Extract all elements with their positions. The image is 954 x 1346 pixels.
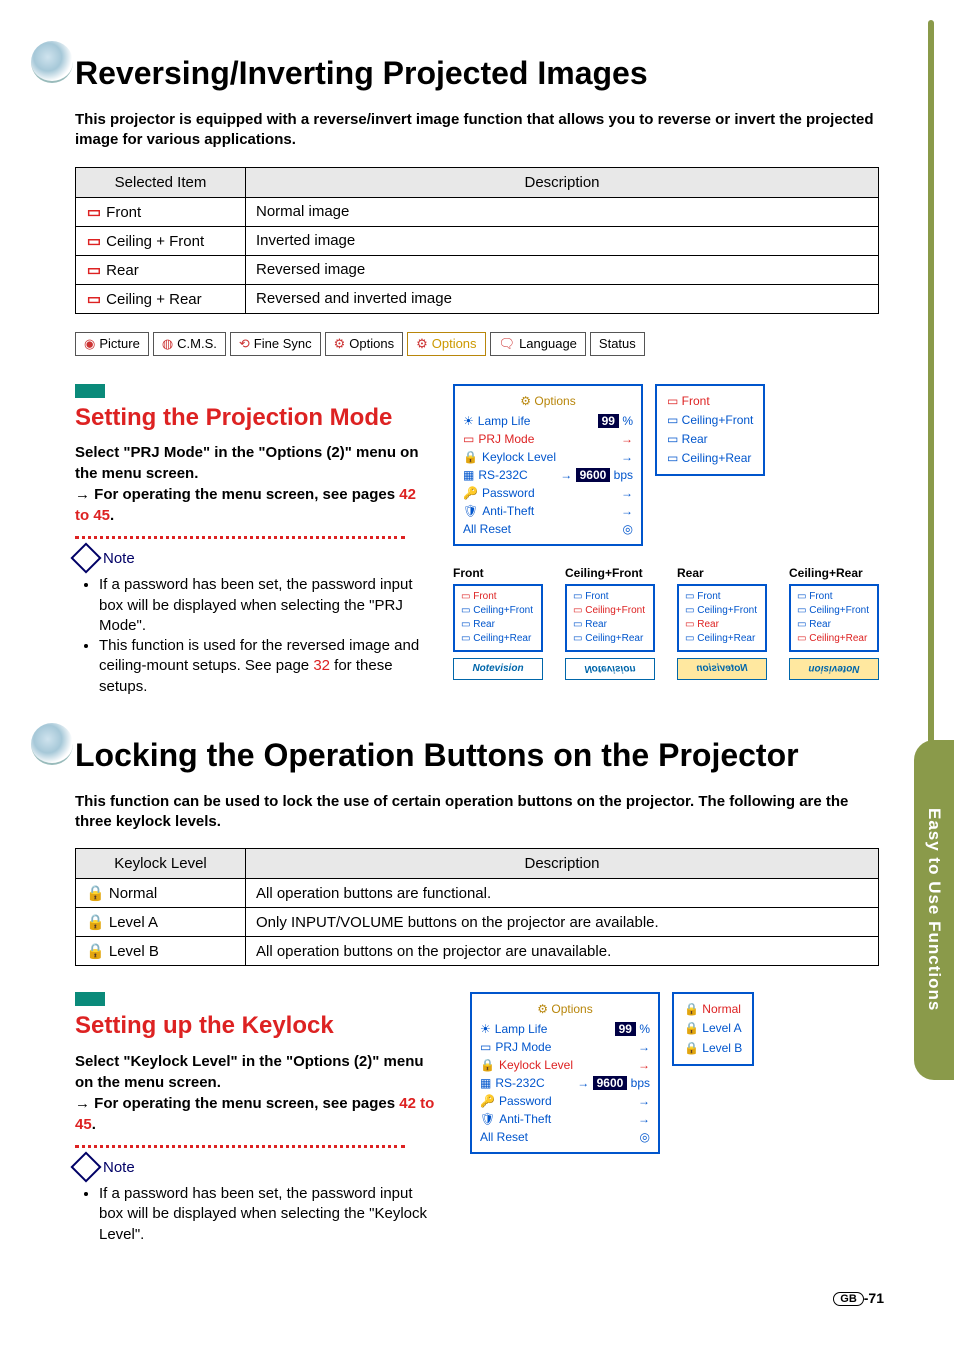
- keylock-icon: 🔒: [480, 1056, 495, 1074]
- lock-icon: 🔒: [86, 885, 105, 902]
- cms-icon: ◍: [162, 336, 173, 352]
- projection-examples: Front ▭ Front ▭ Ceiling+Front ▭ Rear ▭ C…: [453, 566, 879, 680]
- section-bullet: [31, 723, 73, 765]
- submenu-item[interactable]: 🔒 Level B: [684, 1039, 742, 1058]
- intro-text: This projector is equipped with a revers…: [75, 110, 879, 151]
- table-row: 🔒 Level BAll operation buttons on the pr…: [76, 937, 879, 966]
- table-row: ▭ RearReversed image: [76, 255, 879, 284]
- password-icon: 🔑: [463, 484, 478, 502]
- tab-finesync[interactable]: ⟲Fine Sync: [230, 332, 321, 356]
- osd-options-panel-2: ⚙ Options ☀Lamp Life99 % ▭PRJ Mode→ 🔒Key…: [470, 992, 660, 1154]
- dotted-rule: [75, 1145, 405, 1148]
- tab-cms[interactable]: ◍C.M.S.: [153, 332, 226, 356]
- submenu-item[interactable]: ▭ Front: [667, 392, 753, 411]
- rs232-icon: ▦: [463, 466, 474, 484]
- logo-rear: Notevision: [677, 658, 767, 680]
- reset-icon: ◎: [640, 1128, 650, 1146]
- subheading-prj-mode: Setting the Projection Mode: [75, 404, 423, 433]
- table-row: 🔒 NormalAll operation buttons are functi…: [76, 879, 879, 908]
- reset-icon: ◎: [623, 520, 633, 538]
- example-ceiling-front: ▭ Front ▭ Ceiling+Front ▭ Rear ▭ Ceiling…: [565, 584, 655, 652]
- osd-submenu-prj: ▭ Front ▭ Ceiling+Front ▭ Rear ▭ Ceiling…: [655, 384, 765, 477]
- picture-icon: ◉: [84, 336, 95, 352]
- note-item: If a password has been set, the password…: [99, 1184, 440, 1245]
- osd-options-panel: ⚙ Options ☀Lamp Life99 % ▭PRJ Mode→ 🔒Key…: [453, 384, 643, 546]
- th-selected-item: Selected Item: [76, 167, 246, 197]
- keylock-icon: 🔒: [463, 448, 478, 466]
- rear-icon: ▭: [86, 261, 102, 279]
- th-description: Description: [246, 849, 879, 879]
- example-rear: ▭ Front ▭ Ceiling+Front ▭ Rear ▭ Ceiling…: [677, 584, 767, 652]
- logo-front: Notevision: [453, 658, 543, 680]
- options2-icon: ⚙: [416, 336, 428, 352]
- ceiling-front-icon: ▭: [86, 232, 102, 250]
- table-row: ▭ FrontNormal image: [76, 197, 879, 226]
- lock-icon: 🔒: [86, 943, 105, 960]
- submenu-item[interactable]: ▭ Ceiling+Front: [667, 411, 753, 430]
- password-icon: 🔑: [480, 1092, 495, 1110]
- keylock-instruction: Select "Keylock Level" in the "Options (…: [75, 1051, 440, 1135]
- rs232-icon: ▦: [480, 1074, 491, 1092]
- submenu-item[interactable]: ▭ Ceiling+Rear: [667, 449, 753, 468]
- osd-title: ⚙ Options: [480, 1000, 650, 1018]
- menu-tab-bar: ◉Picture ◍C.M.S. ⟲Fine Sync ⚙Options ⚙Op…: [75, 332, 879, 356]
- language-icon: 🗨: [499, 336, 516, 352]
- section-accent: [75, 384, 105, 398]
- th-keylock: Keylock Level: [76, 849, 246, 879]
- logo-ceiling-rear: Notevision: [789, 658, 879, 680]
- submenu-item[interactable]: 🔒 Normal: [684, 1000, 742, 1019]
- example-ceiling-rear: ▭ Front ▭ Ceiling+Front ▭ Rear ▭ Ceiling…: [789, 584, 879, 652]
- options1-icon: ⚙: [334, 336, 346, 352]
- heading-1: Reversing/Inverting Projected Images: [75, 55, 879, 92]
- dotted-rule: [75, 536, 405, 539]
- table-row: ▭ Ceiling + FrontInverted image: [76, 226, 879, 255]
- page-link-32[interactable]: 32: [313, 657, 330, 674]
- keylock-table: Keylock Level Description 🔒 NormalAll op…: [75, 848, 879, 966]
- note-icon: [70, 543, 101, 574]
- logo-ceiling-front: Notevision: [565, 658, 655, 680]
- submenu-item[interactable]: 🔒 Level A: [684, 1019, 742, 1038]
- example-front: ▭ Front ▭ Ceiling+Front ▭ Rear ▭ Ceiling…: [453, 584, 543, 652]
- finesync-icon: ⟲: [239, 336, 250, 352]
- note-item: This function is used for the reversed i…: [99, 636, 423, 697]
- section-accent: [75, 992, 105, 1006]
- submenu-item[interactable]: ▭ Rear: [667, 430, 753, 449]
- table-row: 🔒 Level AOnly INPUT/VOLUME buttons on th…: [76, 908, 879, 937]
- note-header: Note: [75, 547, 423, 569]
- antitheft-icon: 🛡: [463, 502, 478, 520]
- prj-icon: ▭: [480, 1038, 491, 1056]
- note-header: Note: [75, 1156, 440, 1178]
- tab-picture[interactable]: ◉Picture: [75, 332, 149, 356]
- intro-text-2: This function can be used to lock the us…: [75, 792, 879, 833]
- antitheft-icon: 🛡: [480, 1110, 495, 1128]
- prj-mode-table: Selected Item Description ▭ FrontNormal …: [75, 167, 879, 314]
- tab-options2[interactable]: ⚙Options: [407, 332, 485, 356]
- section-bullet: [31, 41, 73, 83]
- prj-mode-instruction: Select "PRJ Mode" in the "Options (2)" m…: [75, 442, 423, 526]
- page-number: GB-71: [833, 1290, 884, 1306]
- note-icon: [70, 1152, 101, 1183]
- front-icon: ▭: [86, 203, 102, 221]
- th-description: Description: [246, 167, 879, 197]
- osd-submenu-keylock: 🔒 Normal 🔒 Level A 🔒 Level B: [672, 992, 754, 1066]
- tab-status[interactable]: Status: [590, 332, 645, 356]
- subheading-keylock: Setting up the Keylock: [75, 1012, 440, 1041]
- heading-2: Locking the Operation Buttons on the Pro…: [75, 737, 879, 774]
- note-item: If a password has been set, the password…: [99, 575, 423, 636]
- ceiling-rear-icon: ▭: [86, 290, 102, 308]
- prj-icon: ▭: [463, 430, 474, 448]
- table-row: ▭ Ceiling + RearReversed and inverted im…: [76, 284, 879, 313]
- lamp-icon: ☀: [463, 412, 474, 430]
- tab-options1[interactable]: ⚙Options: [325, 332, 403, 356]
- lock-icon: 🔒: [86, 914, 105, 931]
- tab-language[interactable]: 🗨Language: [490, 332, 586, 356]
- lamp-icon: ☀: [480, 1020, 491, 1038]
- osd-title: ⚙ Options: [463, 392, 633, 410]
